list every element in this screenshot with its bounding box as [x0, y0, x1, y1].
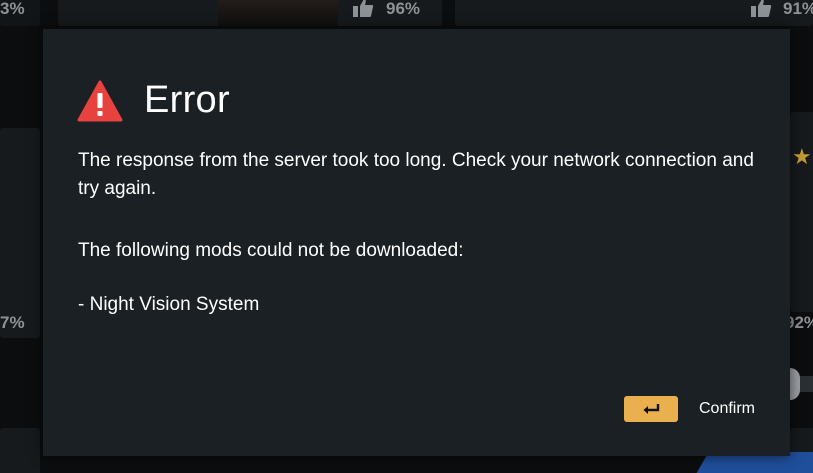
mod-rating: 7%: [0, 313, 25, 332]
thumbs-up-icon: [353, 0, 374, 17]
mod-tile[interactable]: [0, 128, 40, 338]
mod-rating: 3%: [0, 0, 25, 18]
confirm-label[interactable]: Confirm: [699, 400, 755, 418]
dialog-header: Error: [77, 79, 230, 122]
mod-rating: 91%: [783, 0, 813, 18]
enter-key-icon: [643, 404, 660, 414]
dialog-body: The response from the server took too lo…: [78, 147, 758, 319]
failed-mod-item: - Night Vision System: [78, 294, 260, 315]
dialog-title: Error: [144, 79, 230, 121]
confirm-button[interactable]: Confirm: [623, 396, 755, 422]
mod-tile[interactable]: [0, 428, 40, 473]
mod-tile[interactable]: [790, 112, 813, 312]
mod-tile[interactable]: [58, 0, 442, 26]
failed-mods-heading: The following mods could not be download…: [78, 240, 464, 261]
warning-triangle-icon: [77, 80, 123, 121]
error-message: The response from the server took too lo…: [78, 150, 754, 199]
error-dialog: Error The response from the server took …: [43, 29, 790, 456]
star-icon: ★: [792, 144, 812, 169]
mod-rating: 96%: [386, 0, 421, 18]
enter-key-badge[interactable]: [623, 396, 678, 422]
mod-tile-image: [218, 0, 338, 26]
thumbs-up-icon: [751, 0, 772, 17]
